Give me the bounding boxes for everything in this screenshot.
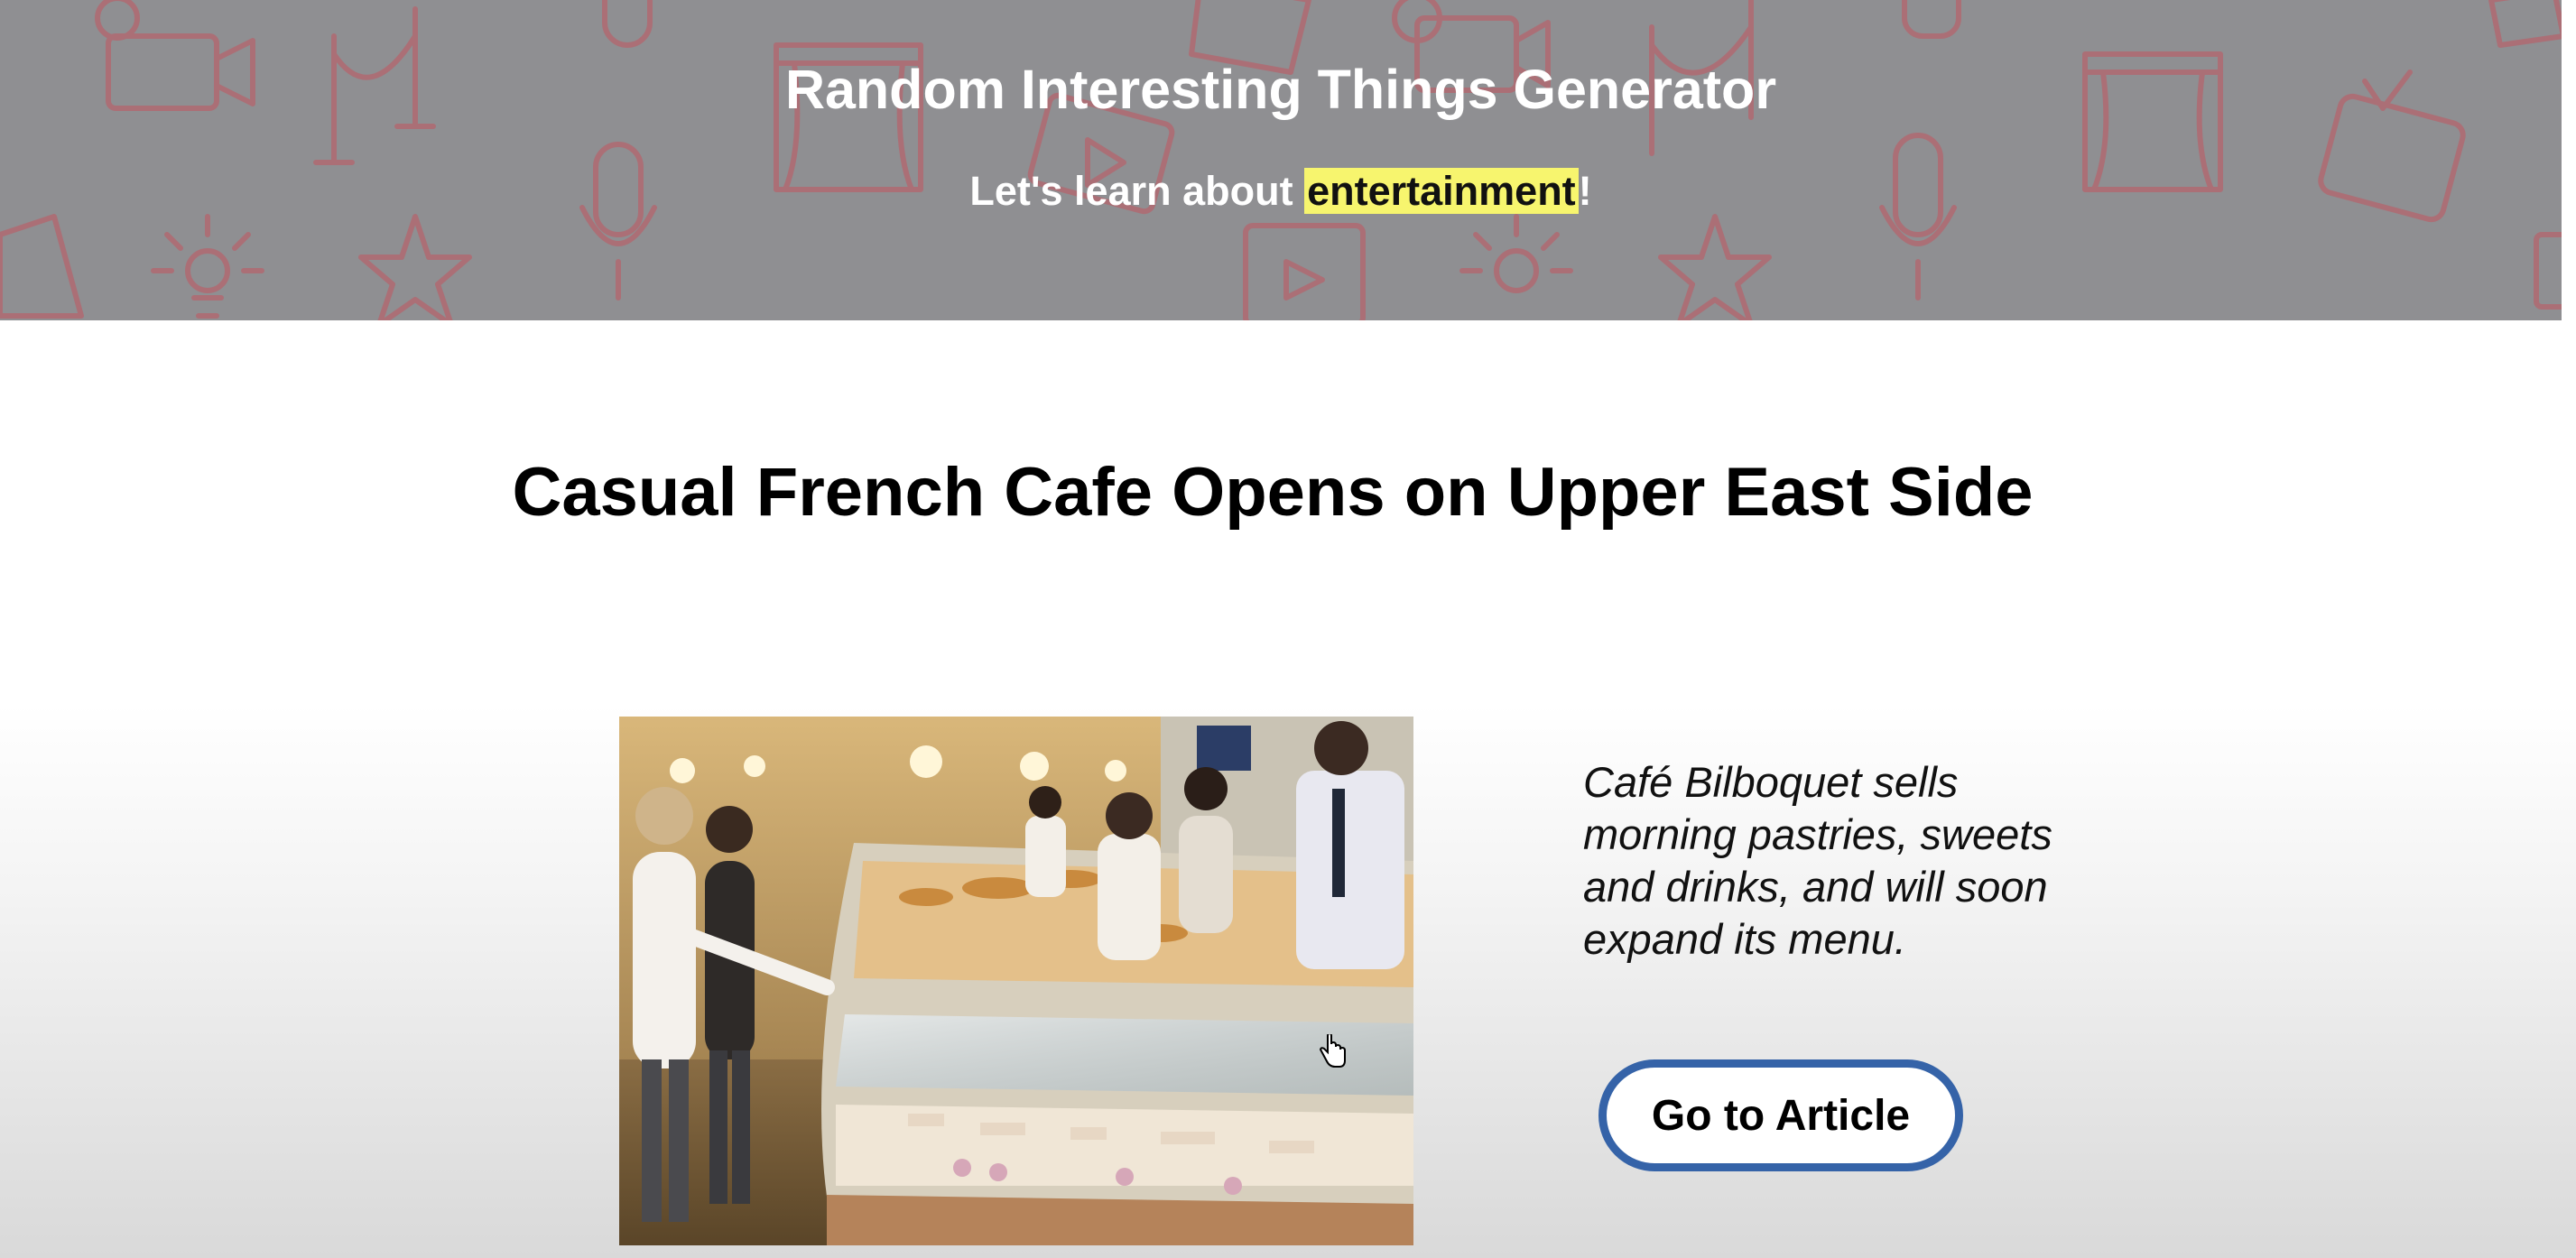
entertainment-pattern-background [0, 0, 2562, 320]
article-summary: Café Bilboquet sells morning pastries, s… [1583, 758, 2052, 963]
topic-highlight: entertainment [1304, 168, 1579, 214]
subtitle-prefix: Let's learn about [969, 168, 1305, 214]
subtitle-suffix: ! [1578, 168, 1592, 214]
site-subtitle: Let's learn about entertainment! [0, 168, 2562, 215]
site-title: Random Interesting Things Generator [784, 59, 1777, 120]
article-image [619, 717, 1413, 1245]
site-header: Random Interesting Things Generator Let'… [0, 0, 2562, 320]
go-to-article-button[interactable]: Go to Article [1598, 1059, 1963, 1171]
article-title: Casual French Cafe Opens on Upper East S… [512, 454, 2034, 531]
cafe-pastry-counter-photo [619, 717, 1413, 1245]
pointer-hand-cursor-icon [1320, 1034, 1346, 1068]
